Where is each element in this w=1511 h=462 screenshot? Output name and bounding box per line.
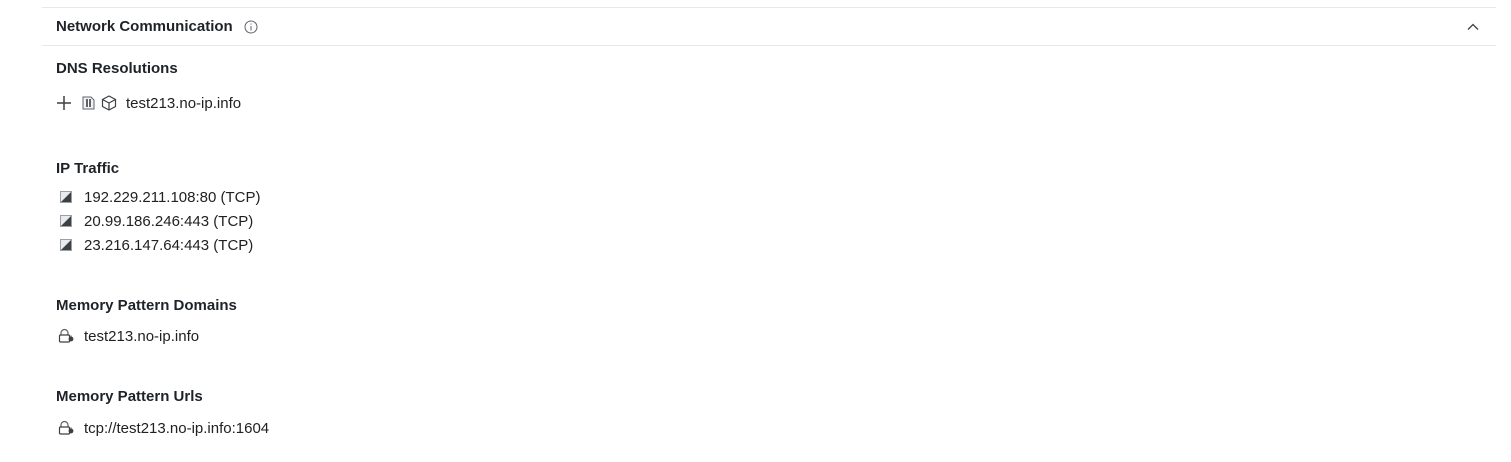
ip-traffic-row: 20.99.186.246:443 (TCP) <box>56 211 253 231</box>
memory-domain-row: test213.no-ip.info <box>56 326 199 346</box>
section-header[interactable]: Network Communication <box>42 8 1496 46</box>
ip-address[interactable]: 192.229.211.108:80 (TCP) <box>84 189 261 206</box>
square-icon <box>56 211 76 231</box>
dns-resolution-row: test213.no-ip.info <box>56 93 241 113</box>
ip-address[interactable]: 23.216.147.64:443 (TCP) <box>84 237 253 254</box>
memory-pattern-icon <box>56 418 76 438</box>
square-icon <box>56 235 76 255</box>
memory-pattern-domains-title: Memory Pattern Domains <box>56 297 237 314</box>
chevron-up-icon[interactable] <box>1466 20 1480 34</box>
dns-resolutions-title: DNS Resolutions <box>56 60 178 77</box>
info-circle-icon[interactable] <box>244 20 258 34</box>
memory-url[interactable]: tcp://test213.no-ip.info:1604 <box>84 420 269 437</box>
document-icon <box>82 96 95 110</box>
memory-url-row: tcp://test213.no-ip.info:1604 <box>56 418 269 438</box>
memory-pattern-urls-title: Memory Pattern Urls <box>56 388 203 405</box>
ip-traffic-row: 23.216.147.64:443 (TCP) <box>56 235 253 255</box>
dns-icons <box>80 94 118 112</box>
plus-icon[interactable] <box>56 95 72 111</box>
memory-domain[interactable]: test213.no-ip.info <box>84 328 199 345</box>
section-title: Network Communication <box>56 18 233 35</box>
ip-traffic-row: 192.229.211.108:80 (TCP) <box>56 187 261 207</box>
ip-address[interactable]: 20.99.186.246:443 (TCP) <box>84 213 253 230</box>
box-icon <box>101 95 117 111</box>
square-icon <box>56 187 76 207</box>
ip-traffic-title: IP Traffic <box>56 160 120 177</box>
dns-domain[interactable]: test213.no-ip.info <box>126 95 241 112</box>
memory-pattern-icon <box>56 326 76 346</box>
